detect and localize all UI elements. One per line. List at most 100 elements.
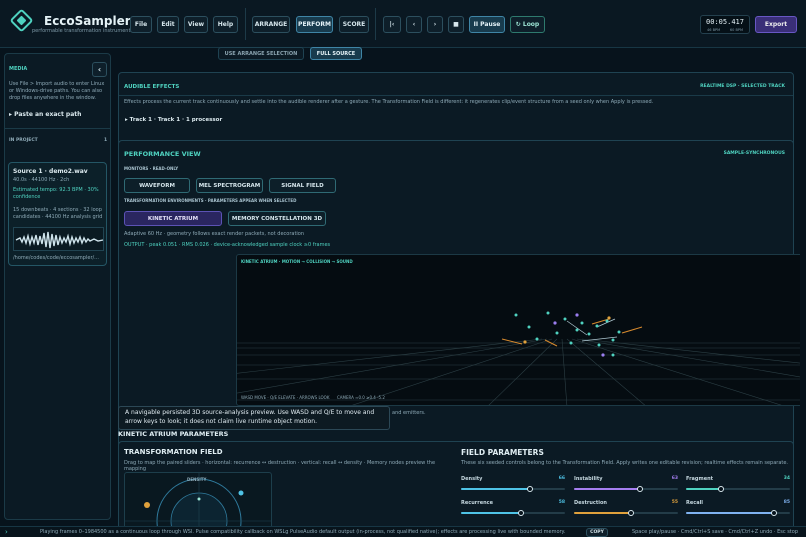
copy-button[interactable]: COPY <box>586 528 608 537</box>
param-slider[interactable] <box>686 510 790 516</box>
paste-path-link[interactable]: ▸ Paste an exact path <box>9 111 81 118</box>
param-slider-handle[interactable] <box>718 486 725 492</box>
param-slider-fill <box>574 488 640 490</box>
status-text: Playing frames 0–1984500 as a continuous… <box>40 529 566 535</box>
media-title: MEDIA <box>9 66 28 72</box>
transformation-field-pad[interactable]: DENSITY <box>124 472 272 526</box>
loop-button[interactable]: ↻ Loop <box>510 16 545 33</box>
source-tempo: Estimated tempo: 92.3 BPM · 30% confiden… <box>13 187 99 200</box>
mode-perform-button[interactable]: PERFORM <box>296 16 333 33</box>
track-processor-row[interactable]: ▸ Track 1 · Track 1 · 1 processor <box>125 117 222 123</box>
param-slider-fill <box>461 488 530 490</box>
param-slider[interactable] <box>461 510 565 516</box>
app-subtitle: performable transformation instrument <box>32 28 131 34</box>
app-name: EccoSampler <box>44 14 131 28</box>
use-arrange-selection-tab[interactable]: USE ARRANGE SELECTION <box>218 47 304 60</box>
param-fragment: Fragment 34 <box>686 476 790 494</box>
top-bar: EccoSampler performable transformation i… <box>0 0 806 48</box>
param-slider-fill <box>574 512 632 514</box>
param-slider-handle[interactable] <box>771 510 778 516</box>
density-axis-label: DENSITY <box>187 477 207 482</box>
param-slider-handle[interactable] <box>518 510 525 516</box>
app-logo-icon <box>9 8 34 33</box>
param-label: Instability <box>574 476 603 482</box>
viewport-label: KINETIC ATRIUM · MOTION → COLLISION → SO… <box>241 259 353 264</box>
media-help-text: Use File > Import audio to enter Linux o… <box>9 81 105 101</box>
stop-button[interactable]: ■ <box>448 16 464 33</box>
divider <box>5 128 110 129</box>
audible-effects-badge: REALTIME DSP · SELECTED TRACK <box>700 84 785 89</box>
full-source-tab[interactable]: FULL SOURCE <box>310 47 362 60</box>
menu-file[interactable]: File <box>130 16 152 33</box>
divider <box>119 95 793 96</box>
tempo-left-label: 46 BPM <box>707 28 721 32</box>
param-label: Fragment <box>686 476 714 482</box>
tempo-right-label: 60 BPM <box>729 28 743 32</box>
output-meter-text: OUTPUT · peak 0.051 · RMS 0.026 · device… <box>124 242 331 248</box>
env-memory-constellation-button[interactable]: MEMORY CONSTELLATION 3D <box>228 211 326 226</box>
param-value: 55 <box>671 500 678 505</box>
mode-arrange-button[interactable]: ARRANGE <box>252 16 290 33</box>
atrium-floor-grid <box>237 311 800 405</box>
param-slider-handle[interactable] <box>526 486 533 492</box>
performance-view-badge: SAMPLE-SYNCHRONOUS <box>723 151 785 156</box>
time-display: 00:05.417 46 BPM 60 BPM <box>700 15 750 34</box>
mode-score-button[interactable]: SCORE <box>339 16 369 33</box>
transformation-field-description: Drag to map the paired sliders · horizon… <box>124 460 436 472</box>
kinetic-atrium-viewport[interactable]: KINETIC ATRIUM · MOTION → COLLISION → SO… <box>236 254 800 406</box>
time-readout: 00:05.417 <box>706 18 744 26</box>
in-project-label: IN PROJECT <box>9 138 38 143</box>
waveform-thumbnail <box>13 227 104 251</box>
param-instability: Instability 63 <box>574 476 678 494</box>
source-card[interactable]: Source 1 · demo2.wav 40.0s · 44100 Hz · … <box>8 162 107 266</box>
next-button[interactable]: › <box>427 16 443 33</box>
adaptive-rate-text: Adaptive 60 Hz · geometry follows exact … <box>124 231 305 237</box>
param-slider-handle[interactable] <box>628 510 635 516</box>
param-value: 66 <box>558 476 565 481</box>
media-sidebar: MEDIA ‹ Use File > Import audio to enter… <box>4 53 111 520</box>
audible-effects-description: Effects process the current track contin… <box>124 99 654 105</box>
param-label: Density <box>461 476 483 482</box>
environments-label: TRANSFORMATION ENVIRONMENTS · PARAMETERS… <box>124 198 297 203</box>
param-slider-fill <box>686 512 775 514</box>
waveform-thumbnail-graphic <box>15 231 104 249</box>
chevron-left-icon: ‹ <box>97 65 102 74</box>
menu-view[interactable]: View <box>184 16 208 33</box>
param-slider-handle[interactable] <box>636 486 643 492</box>
monitor-waveform-button[interactable]: WAVEFORM <box>124 178 190 193</box>
param-slider[interactable] <box>686 486 790 492</box>
prev-button[interactable]: ‹ <box>406 16 422 33</box>
monitor-signal-field-button[interactable]: SIGNAL FIELD <box>269 178 336 193</box>
divider <box>245 8 246 40</box>
viewport-tooltip: A navigable persisted 3D source-analysis… <box>118 406 390 430</box>
source-name: Source 1 · demo2.wav <box>13 168 88 175</box>
camera-readout: CAMERA ≈0.0 ≥0.4 -5.2 <box>337 395 385 400</box>
skip-start-button[interactable]: |‹ <box>383 16 401 33</box>
source-analysis: 15 downbeats · 4 sections · 32 loop cand… <box>13 207 103 220</box>
param-value: 58 <box>558 500 565 505</box>
param-slider-fill <box>461 512 522 514</box>
status-icon: › <box>5 528 8 536</box>
atrium-parameters-title: KINETIC ATRIUM PARAMETERS <box>118 430 229 438</box>
menu-help[interactable]: Help <box>213 16 238 33</box>
param-label: Recall <box>686 500 704 506</box>
collapse-sidebar-button[interactable]: ‹ <box>92 62 107 77</box>
performance-view-title: PERFORMANCE VIEW <box>124 150 201 158</box>
export-button[interactable]: Export <box>755 16 797 33</box>
param-density: Density 66 <box>461 476 565 494</box>
param-slider[interactable] <box>461 486 565 492</box>
monitor-mel-spectrogram-button[interactable]: MEL SPECTROGRAM <box>196 178 263 193</box>
param-recall: Recall 85 <box>686 500 790 518</box>
menu-edit[interactable]: Edit <box>157 16 179 33</box>
env-kinetic-atrium-button[interactable]: KINETIC ATRIUM <box>124 211 222 226</box>
pause-button[interactable]: II Pause <box>469 16 505 33</box>
param-destruction: Destruction 55 <box>574 500 678 518</box>
project-count: 1 <box>104 138 108 143</box>
main-content: USE ARRANGE SELECTION FULL SOURCE AUDIBL… <box>112 44 800 526</box>
param-slider[interactable] <box>574 486 678 492</box>
param-value: 85 <box>783 500 790 505</box>
param-slider[interactable] <box>574 510 678 516</box>
source-path: /home/codes/code/eccosampler/... <box>13 255 99 261</box>
monitors-label: MONITORS · READ-ONLY <box>124 166 179 171</box>
param-label: Recurrence <box>461 500 494 506</box>
